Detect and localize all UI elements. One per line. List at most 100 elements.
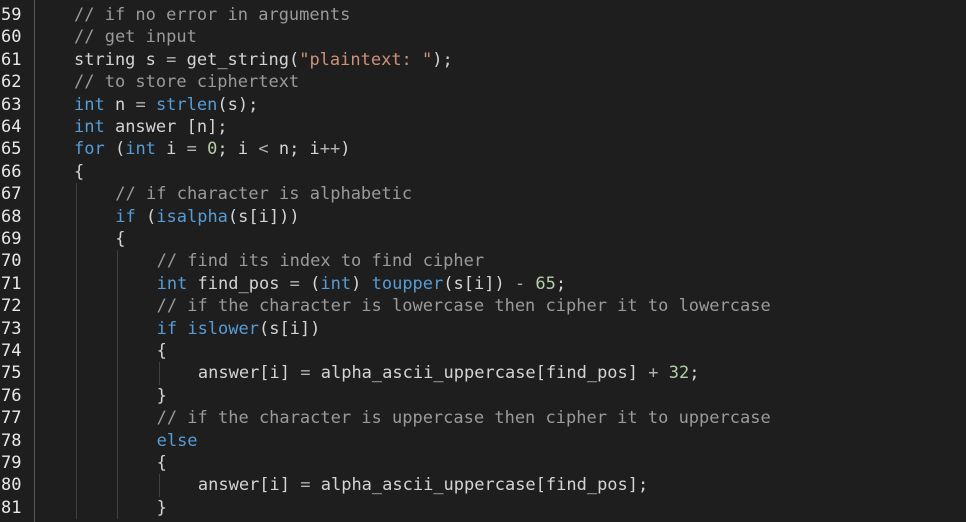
line-number: 59: [1, 5, 22, 25]
code-line[interactable]: 62 // to store ciphertext: [0, 71, 966, 93]
code-text[interactable]: {: [74, 161, 84, 183]
code-text[interactable]: }: [157, 385, 167, 407]
code-line[interactable]: 74 {: [0, 340, 966, 363]
code-line[interactable]: 64 int answer [n];: [0, 116, 966, 138]
line-number: 60: [1, 27, 22, 48]
code-token: (: [299, 273, 321, 294]
code-line[interactable]: 68 if (isalpha(s[i])): [0, 205, 966, 228]
code-token: +: [648, 363, 659, 384]
code-line[interactable]: 72 // if the character is lowercase then …: [0, 295, 966, 318]
code-text[interactable]: if islower(s[i]): [157, 318, 321, 340]
code-text[interactable]: // get input: [74, 26, 197, 48]
indent-guide: [117, 429, 119, 452]
code-text[interactable]: // find its index to find cipher: [157, 250, 485, 272]
indent-guide: [117, 295, 119, 318]
code-text[interactable]: int answer [n];: [74, 116, 228, 138]
code-line[interactable]: 63 int n = strlen(s);: [0, 94, 966, 116]
code-text[interactable]: // if the character is uppercase then ci…: [157, 407, 771, 429]
indent-guide: [76, 183, 77, 206]
code-token: // get input: [74, 27, 197, 48]
code-line[interactable]: 65 for (int i = 0; i < n; i++): [0, 138, 966, 160]
code-token: find_pos: [187, 273, 290, 294]
code-token: =: [166, 49, 177, 70]
code-token: i: [155, 139, 187, 160]
code-token: (: [135, 206, 157, 227]
code-line[interactable]: 71 int find_pos = (int) toupper(s[i]) - 6…: [0, 272, 966, 296]
indent-guide: [117, 317, 119, 340]
code-token: answer[i]: [197, 475, 301, 496]
line-number: 65: [1, 139, 22, 160]
code-text[interactable]: else: [157, 430, 198, 452]
code-token: // to store ciphertext: [74, 72, 300, 93]
code-line[interactable]: 75 answer[i] = alpha_ascii_uppercase[find…: [0, 362, 966, 385]
indent-guide: [76, 429, 77, 452]
code-token: // if the character is lowercase then ci…: [156, 296, 771, 317]
code-line[interactable]: 79 {: [0, 452, 966, 475]
code-line[interactable]: 67 // if character is alphabetic: [0, 183, 966, 206]
code-token: string s: [74, 49, 167, 70]
indent-guide: [76, 205, 77, 228]
code-token: {: [156, 341, 167, 361]
code-token: int: [125, 139, 156, 160]
code-text[interactable]: string s = get_string("plaintext: ");: [74, 49, 453, 71]
code-line[interactable]: 66 {: [0, 161, 966, 183]
code-line[interactable]: 60 // get input: [0, 26, 966, 48]
code-text[interactable]: int find_pos = (int) toupper(s[i]) - 65;: [157, 273, 567, 295]
indent-guide: [158, 474, 160, 497]
code-text[interactable]: }: [157, 497, 167, 519]
code-editor[interactable]: 59 // if no error in arguments 60 // get in…: [0, 0, 966, 522]
indent-guide: [76, 340, 77, 363]
code-text[interactable]: // if character is alphabetic: [115, 183, 412, 205]
code-token: // if no error in arguments: [74, 5, 351, 25]
code-text[interactable]: for (int i = 0; i < n; i++): [74, 138, 351, 160]
code-line[interactable]: 70 // find its index to find cipher: [0, 250, 966, 273]
code-token: ; i: [217, 139, 259, 160]
code-token: ): [351, 273, 372, 294]
indent-guide: [117, 407, 119, 430]
indent-guide: [76, 452, 77, 475]
code-line[interactable]: 69 {: [0, 228, 966, 251]
code-text[interactable]: // if the character is lowercase then ci…: [157, 295, 771, 317]
line-number: 77: [1, 408, 22, 429]
code-text[interactable]: {: [157, 452, 167, 474]
code-text[interactable]: // if no error in arguments: [74, 4, 350, 26]
code-token: answer[i]: [197, 363, 301, 384]
code-text[interactable]: int n = strlen(s);: [74, 94, 258, 116]
indent-guide: [158, 362, 160, 385]
code-token: for: [74, 139, 105, 160]
code-text[interactable]: answer[i] = alpha_ascii_uppercase[find_p…: [198, 362, 700, 384]
code-token: (s);: [217, 94, 259, 115]
code-text[interactable]: {: [157, 340, 167, 362]
indent-guide: [76, 474, 77, 497]
code-token: {: [115, 229, 126, 249]
code-token: ;: [689, 363, 700, 384]
code-text[interactable]: // to store ciphertext: [74, 71, 299, 93]
code-token: =: [289, 273, 300, 294]
indent-guide: [117, 452, 119, 475]
indent-guide: [117, 474, 119, 497]
code-line[interactable]: 81}: [0, 496, 966, 520]
code-line[interactable]: 73 if islower(s[i]): [0, 317, 966, 340]
code-text[interactable]: answer[i] = alpha_ascii_uppercase[find_p…: [198, 474, 648, 496]
code-token: =: [300, 363, 311, 384]
code-line[interactable]: 78 else: [0, 429, 966, 452]
code-token: alpha_ascii_uppercase[find_pos]: [310, 363, 649, 384]
code-line[interactable]: 61 string s = get_string("plaintext: ");: [0, 49, 966, 71]
code-token: 32: [668, 363, 690, 384]
code-token: // if character is alphabetic: [115, 184, 413, 205]
code-line[interactable]: 77 // if the character is uppercase then …: [0, 407, 966, 430]
code-token: (s[i]): [258, 318, 321, 339]
code-text[interactable]: if (isalpha(s[i])): [115, 206, 299, 228]
code-token: -: [514, 273, 526, 294]
code-line[interactable]: 76}: [0, 384, 966, 408]
code-token: 65: [535, 273, 556, 294]
line-number: 75: [1, 363, 22, 384]
line-number: 81: [1, 497, 22, 518]
code-text[interactable]: {: [115, 228, 125, 250]
code-line[interactable]: 59 // if no error in arguments: [0, 4, 966, 26]
code-token: if: [156, 318, 178, 339]
code-line[interactable]: 80 answer[i] = alpha_ascii_uppercase[find…: [0, 474, 966, 497]
indent-guide: [117, 272, 119, 296]
indent-guide: [76, 228, 77, 251]
